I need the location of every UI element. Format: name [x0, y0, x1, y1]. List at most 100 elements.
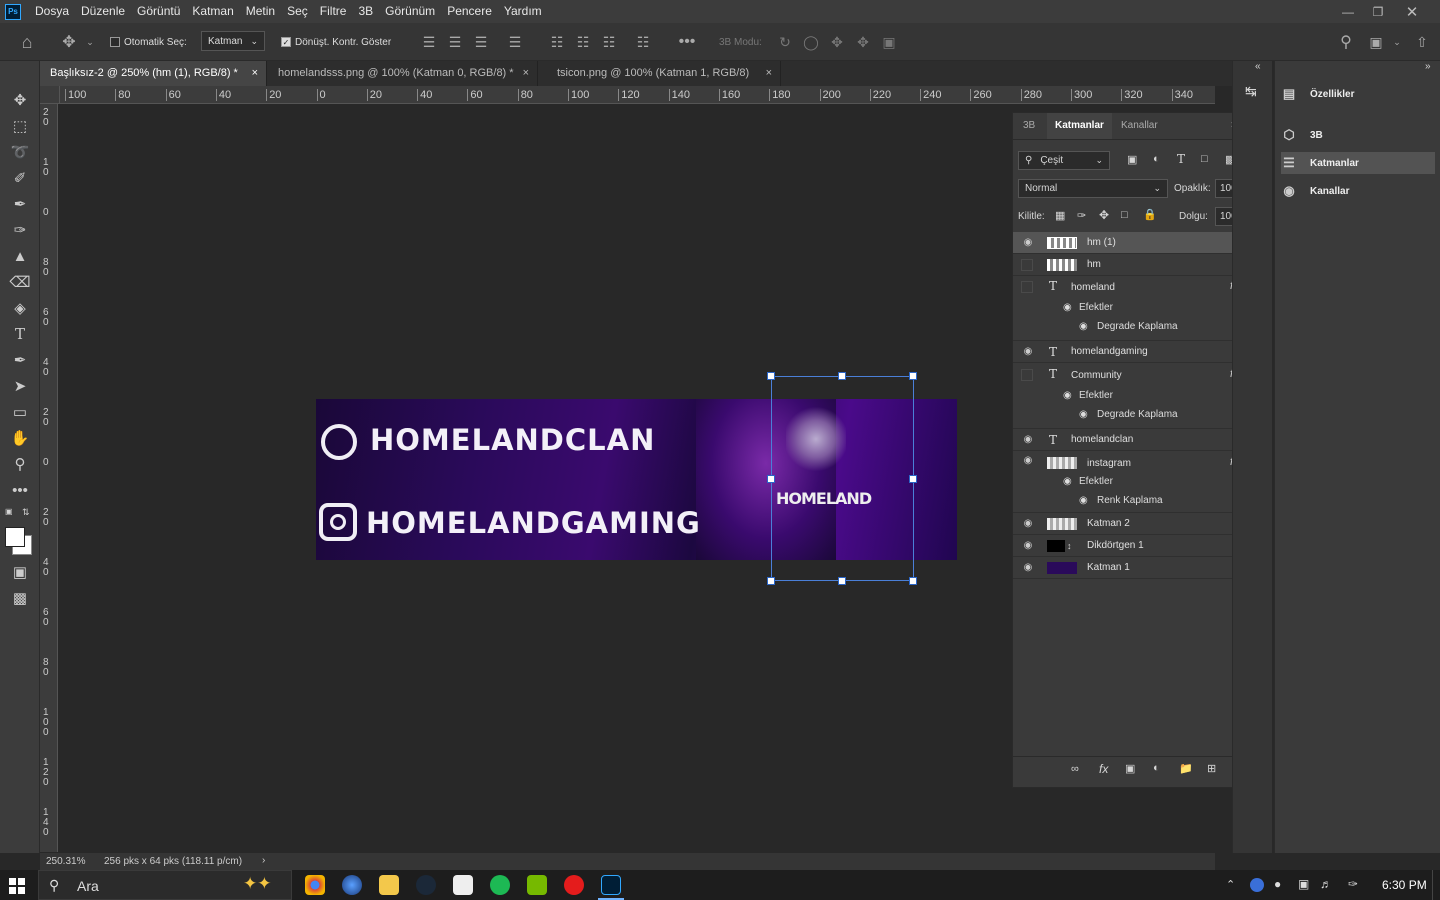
show-desktop-button[interactable]	[1432, 870, 1440, 900]
distribute-icon[interactable]: ☰	[506, 33, 524, 51]
foreground-color-swatch[interactable]	[5, 527, 25, 547]
align-middle-icon[interactable]: ☷	[574, 33, 592, 51]
paint-bucket-tool-icon[interactable]: ◈	[6, 297, 34, 319]
3d-orbit-icon[interactable]: ↻	[776, 33, 794, 51]
type-tool-icon[interactable]: T	[6, 323, 34, 345]
close-icon[interactable]: ×	[252, 61, 258, 86]
rectangle-tool-icon[interactable]: ▭	[6, 401, 34, 423]
menu-filter[interactable]: Filtre	[314, 0, 353, 23]
lock-position-icon[interactable]: ✥	[1099, 208, 1109, 222]
eye-icon[interactable]: ◉	[1022, 346, 1034, 357]
pen-tool-icon[interactable]: ✒	[6, 349, 34, 371]
clock[interactable]: 6:30 PM	[1382, 878, 1427, 892]
visibility-toggle[interactable]	[1021, 369, 1033, 381]
more-options-icon[interactable]: •••	[676, 33, 698, 51]
blend-mode-dropdown[interactable]: Normal ⌄	[1018, 179, 1168, 198]
layer-row[interactable]: ◉ Katman 2	[1013, 513, 1256, 535]
nvidia-icon[interactable]	[527, 875, 547, 895]
eye-icon[interactable]: ◉	[1079, 409, 1088, 420]
lock-pixels-icon[interactable]: ✑	[1077, 209, 1086, 222]
eye-icon[interactable]: ◉	[1063, 476, 1072, 487]
chevron-up-icon[interactable]: ⌃	[1226, 878, 1235, 891]
close-icon[interactable]: ×	[766, 61, 772, 86]
eye-icon[interactable]: ◉	[1022, 455, 1034, 466]
history-icon[interactable]: ↹	[1245, 83, 1257, 100]
microphone-icon[interactable]: ●	[1274, 877, 1281, 891]
link-layers-icon[interactable]: ∞	[1071, 763, 1079, 775]
menu-view[interactable]: Görünüm	[379, 0, 441, 23]
tab-document-2[interactable]: homelandsss.png @ 100% (Katman 0, RGB/8)…	[268, 61, 538, 86]
menu-3d[interactable]: 3B	[352, 0, 379, 23]
chrome-icon[interactable]	[305, 875, 325, 895]
transform-handle[interactable]	[838, 577, 846, 585]
collapse-icon[interactable]: »	[1425, 61, 1431, 72]
chevron-down-icon[interactable]: ⌄	[1390, 35, 1404, 49]
align-center-icon[interactable]: ☰	[446, 33, 464, 51]
tab-document-3[interactable]: tsicon.png @ 100% (Katman 1, RGB/8) ×	[547, 61, 781, 86]
close-icon[interactable]: ×	[523, 61, 529, 86]
align-bottom-icon[interactable]: ☷	[600, 33, 618, 51]
volume-icon[interactable]: ♬	[1320, 877, 1332, 891]
layer-row[interactable]: ◉ T homelandclan	[1013, 429, 1256, 451]
share-icon[interactable]: ⇧	[1412, 32, 1432, 52]
menu-type[interactable]: Metin	[240, 0, 281, 23]
properties-panel-button[interactable]: ▤ Özellikler	[1281, 83, 1435, 105]
eye-icon[interactable]: ◉	[1079, 495, 1088, 506]
eye-icon[interactable]: ◉	[1022, 562, 1034, 573]
3d-camera-icon[interactable]: ▣	[880, 33, 898, 51]
photoshop-taskbar-icon[interactable]	[601, 875, 621, 895]
screen-mode-icon[interactable]: ▩	[6, 587, 34, 609]
default-colors-icon[interactable]: ▣	[5, 507, 15, 517]
zoom-level[interactable]: 250.31%	[46, 856, 85, 867]
eye-icon[interactable]: ◉	[1022, 237, 1034, 248]
layer-row[interactable]: ◉ T homelandgaming	[1013, 341, 1256, 363]
new-adjustment-icon[interactable]: ◐	[1153, 762, 1160, 774]
lasso-tool-icon[interactable]: ➰	[6, 141, 34, 163]
marquee-tool-icon[interactable]: ⬚	[6, 115, 34, 137]
taskbar-search[interactable]: ⚲ Ara ✦✦	[38, 870, 292, 900]
menu-help[interactable]: Yardım	[498, 0, 548, 23]
network-icon[interactable]: ▣	[1298, 877, 1309, 891]
transform-handle[interactable]	[909, 372, 917, 380]
transform-handle[interactable]	[767, 372, 775, 380]
minimize-icon[interactable]: —	[1332, 0, 1364, 23]
file-explorer-icon[interactable]	[379, 875, 399, 895]
menu-layer[interactable]: Katman	[186, 0, 239, 23]
menu-image[interactable]: Görüntü	[131, 0, 186, 23]
brush-tool-icon[interactable]: ✑	[6, 219, 34, 241]
channels-panel-button[interactable]: ◉ Kanallar	[1281, 180, 1435, 202]
quick-mask-icon[interactable]: ▣	[6, 561, 34, 583]
eye-icon[interactable]: ◉	[1022, 518, 1034, 529]
tab-layers[interactable]: Katmanlar	[1047, 113, 1112, 139]
layer-row[interactable]: hm	[1013, 254, 1256, 276]
layer-row[interactable]: T Community fx ⌃ ◉ Efektler ◉ Degrade Ka…	[1013, 363, 1256, 429]
layer-row[interactable]: ◉ ↕ Dikdörtgen 1	[1013, 535, 1256, 557]
tab-channels[interactable]: Kanallar	[1113, 113, 1166, 139]
eye-icon[interactable]: ◉	[1063, 390, 1072, 401]
3d-slide-icon[interactable]: ✥	[854, 33, 872, 51]
align-left-icon[interactable]: ☰	[420, 33, 438, 51]
eyedropper-tool-icon[interactable]: ✒	[6, 193, 34, 215]
3d-pan-icon[interactable]: ✥	[828, 33, 846, 51]
layer-row[interactable]: ◉ hm (1)	[1013, 232, 1256, 254]
menu-edit[interactable]: Düzenle	[75, 0, 131, 23]
more-tools-icon[interactable]: •••	[6, 479, 34, 501]
collapse-icon[interactable]: «	[1255, 61, 1261, 72]
windows-start-icon[interactable]	[9, 878, 25, 894]
close-icon[interactable]: ✕	[1396, 0, 1428, 23]
align-top-icon[interactable]: ☷	[548, 33, 566, 51]
move-tool-icon[interactable]: ✥	[6, 89, 34, 111]
eye-icon[interactable]: ◉	[1022, 540, 1034, 551]
new-group-icon[interactable]: 📁	[1179, 762, 1193, 775]
show-transform-checkbox[interactable]: ✓ Dönüşt. Kontr. Göster	[281, 33, 391, 51]
distribute-vertical-icon[interactable]: ☷	[634, 33, 652, 51]
menu-file[interactable]: Dosya	[29, 0, 75, 23]
visibility-toggle[interactable]	[1021, 258, 1033, 271]
menu-select[interactable]: Seç	[281, 0, 314, 23]
stamp-tool-icon[interactable]: ▲	[6, 245, 34, 267]
auto-select-target-dropdown[interactable]: Katman ⌄	[201, 31, 266, 51]
chevron-right-icon[interactable]: ›	[262, 855, 265, 866]
lock-artboard-icon[interactable]: □	[1121, 209, 1128, 221]
filter-shape-icon[interactable]: □	[1201, 153, 1208, 165]
3d-roll-icon[interactable]: ◯	[802, 33, 820, 51]
